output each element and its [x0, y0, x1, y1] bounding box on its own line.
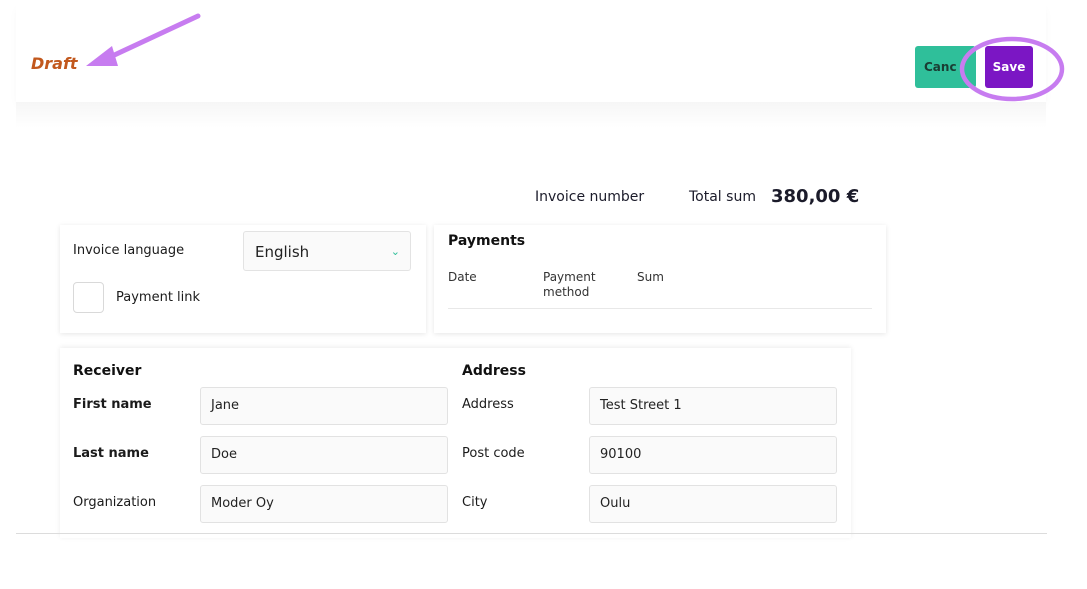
status-draft-label: Draft — [31, 54, 78, 73]
total-sum-label: Total sum — [689, 189, 756, 205]
post-code-input[interactable]: 90100 — [589, 436, 837, 474]
last-name-label: Last name — [73, 446, 149, 461]
payments-title: Payments — [448, 233, 526, 249]
save-button[interactable]: Save — [985, 46, 1033, 88]
payments-col-method: Payment method — [543, 270, 596, 299]
first-name-input[interactable]: Jane — [200, 387, 448, 425]
payments-col-date: Date — [448, 270, 477, 284]
invoice-number-label: Invoice number — [535, 189, 645, 205]
payment-link-label: Payment link — [116, 290, 201, 305]
receiver-title: Receiver — [73, 363, 142, 379]
chevron-down-icon: ⌄ — [390, 245, 400, 258]
header-bar — [16, 0, 1046, 102]
organization-input[interactable]: Moder Oy — [200, 485, 448, 523]
post-code-label: Post code — [462, 446, 525, 461]
address-title: Address — [462, 363, 526, 379]
cancel-button[interactable]: Canc l — [915, 46, 976, 88]
first-name-label: First name — [73, 397, 152, 412]
payments-divider — [448, 308, 872, 309]
invoice-language-value: English — [255, 243, 310, 261]
total-sum-value: 380,00 € — [771, 186, 860, 207]
invoice-language-label: Invoice language — [73, 243, 185, 258]
last-name-input[interactable]: Doe — [200, 436, 448, 474]
city-label: City — [462, 495, 488, 510]
city-input[interactable]: Oulu — [589, 485, 837, 523]
address-label: Address — [462, 397, 514, 412]
invoice-language-select[interactable]: English ⌄ — [243, 231, 411, 271]
payment-link-checkbox[interactable] — [73, 282, 104, 313]
content-bottom-divider — [16, 533, 1047, 534]
header-shadow — [16, 102, 1046, 128]
organization-label: Organization — [73, 495, 157, 510]
payments-col-sum: Sum — [637, 270, 664, 284]
address-input[interactable]: Test Street 1 — [589, 387, 837, 425]
